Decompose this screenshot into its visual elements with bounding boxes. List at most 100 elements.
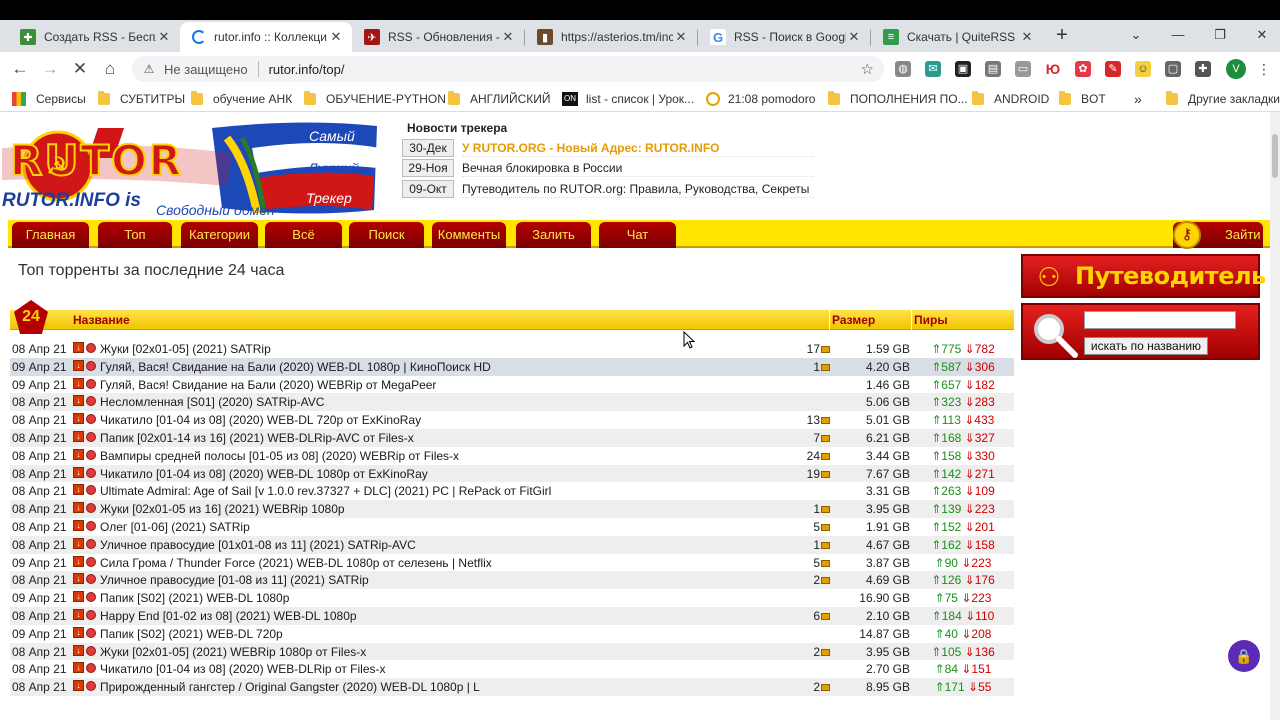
table-row[interactable]: 09 Апр 21 ↓ Сила Грома / Thunder Force (20… (10, 554, 1014, 572)
download-icon[interactable]: ↓ (73, 342, 84, 353)
bookmark-replenish[interactable]: ПОПОЛНЕНИЯ ПО... (828, 91, 968, 107)
forward-icon[interactable]: → (40, 59, 60, 79)
torrent-link[interactable]: Happy End [01-02 из 08] (2021) WEB-DL 10… (100, 609, 790, 623)
torrent-link[interactable]: Жуки [02x01-05] (2021) WEBRip 1080p от F… (100, 645, 790, 659)
menu-item-upload[interactable]: Залить (516, 222, 591, 248)
row-comments[interactable]: 17 (790, 342, 830, 356)
menu-item-categories[interactable]: Категории (181, 222, 258, 248)
menu-item-home[interactable]: Главная (12, 222, 89, 248)
magnet-icon[interactable] (86, 449, 96, 460)
download-icon[interactable]: ↓ (73, 573, 84, 585)
download-icon[interactable]: ↓ (73, 555, 84, 567)
torrent-link[interactable]: Вампиры средней полосы [01-05 из 08] (20… (100, 449, 790, 463)
torrent-link[interactable]: Папик [02x01-14 из 16] (2021) WEB-DLRip-… (100, 431, 790, 445)
new-tab-button[interactable]: + (1052, 25, 1072, 46)
extension-pen-icon[interactable]: ✎ (1105, 61, 1121, 77)
profile-avatar[interactable]: V (1226, 59, 1246, 79)
guide-banner[interactable]: ⚇ Путеводитель (1021, 254, 1266, 298)
row-comments[interactable]: 1 (790, 538, 830, 552)
download-icon[interactable]: ↓ (73, 662, 84, 674)
torrent-link[interactable]: Ultimate Admiral: Age of Sail [v 1.0.0 r… (100, 484, 790, 498)
url-text[interactable]: rutor.info/top/ (269, 62, 345, 77)
torrent-link[interactable]: Уличное правосудие [01x01-08 из 11] (202… (100, 538, 790, 552)
scrollbar-thumb[interactable] (1272, 134, 1278, 178)
magnet-icon[interactable] (86, 343, 96, 353)
row-comments[interactable]: 2 (790, 645, 830, 659)
table-row[interactable]: 08 Апр 21 ↓ Уличное правосудие [01x01-08 и… (10, 535, 1014, 554)
table-row[interactable]: 09 Апр 21 ↓ Папик [S02] (2021) WEB-DL 720p… (10, 625, 1014, 643)
magnet-icon[interactable] (86, 609, 96, 620)
magnet-icon[interactable] (86, 663, 96, 674)
table-row[interactable]: 09 Апр 21 ↓ Гуляй, Вася! Свидание на Бали … (10, 376, 1014, 394)
torrent-link[interactable]: Папик [S02] (2021) WEB-DL 1080p (100, 591, 790, 605)
download-icon[interactable]: ↓ (73, 413, 84, 425)
bookmark-pomodoro[interactable]: 21:08 pomodoro (706, 91, 815, 107)
chat-widget-icon[interactable]: 🔒 (1228, 640, 1260, 672)
column-name[interactable]: Название (73, 313, 130, 327)
table-row[interactable]: 08 Апр 21 ↓ Чикатило [01-04 из 08] (2020) … (10, 464, 1014, 483)
table-row[interactable]: 08 Апр 21 ↓ Вампиры средней полосы [01-05 … (10, 447, 1014, 465)
news-link[interactable]: У RUTOR.ORG - Новый Адрес: RUTOR.INFO (462, 139, 814, 157)
torrent-link[interactable]: Сила Грома / Thunder Force (2021) WEB-DL… (100, 556, 790, 570)
close-icon[interactable]: ✕ (500, 29, 516, 45)
table-row[interactable]: 08 Апр 21 ↓ Чикатило [01-04 из 08] (2020) … (10, 660, 1014, 678)
home-icon[interactable]: ⌂ (100, 59, 120, 79)
login-button[interactable]: ⚷ Зайти (1173, 221, 1263, 249)
extension-mail-icon[interactable]: ✉ (925, 61, 941, 77)
magnet-icon[interactable] (86, 538, 96, 549)
close-icon[interactable]: ✕ (846, 29, 862, 45)
torrent-link[interactable]: Несломленная [S01] (2020) SATRip-AVC (100, 395, 790, 409)
torrent-link[interactable]: Чикатило [01-04 из 08] (2020) WEB-DLRip … (100, 662, 790, 676)
rutor-logo[interactable]: RUTOR ☭ RUTOR.INFO is Самый Лучший Треке… (2, 118, 382, 220)
magnet-icon[interactable] (86, 467, 96, 478)
magnet-icon[interactable] (86, 360, 96, 371)
magnet-icon[interactable] (86, 431, 96, 442)
row-comments[interactable]: 13 (790, 413, 830, 427)
tab-google[interactable]: G RSS - Поиск в Google ✕ (698, 22, 870, 52)
tab-create-rss[interactable]: ✚ Создать RSS - Бесплат ✕ (8, 22, 180, 52)
tab-rutor[interactable]: rutor.info :: Коллекци ✕ (180, 22, 352, 52)
news-link[interactable]: Вечная блокировка в России (462, 159, 814, 177)
torrent-link[interactable]: Гуляй, Вася! Свидание на Бали (2020) WEB… (100, 378, 790, 392)
close-icon[interactable]: ✕ (1019, 29, 1035, 45)
close-icon[interactable]: ✕ (673, 29, 689, 45)
torrent-link[interactable]: Папик [S02] (2021) WEB-DL 720p (100, 627, 790, 641)
extension-chat-icon[interactable]: ▭ (1015, 61, 1031, 77)
menu-icon[interactable]: ⋮ (1254, 59, 1274, 79)
table-row[interactable]: 08 Апр 21 ↓ Чикатило [01-04 из 08] (2020) … (10, 411, 1014, 429)
extension-window-icon[interactable]: ▢ (1165, 61, 1181, 77)
table-row[interactable]: 08 Апр 21 ↓ Несломленная [S01] (2020) SATR… (10, 393, 1014, 412)
row-comments[interactable]: 6 (790, 609, 830, 623)
bookmarks-overflow-icon[interactable]: » (1134, 91, 1142, 107)
stop-icon[interactable]: ✕ (70, 59, 90, 79)
magnet-icon[interactable] (86, 485, 96, 496)
magnet-icon[interactable] (86, 378, 96, 389)
search-button[interactable]: искать по названию (1084, 337, 1208, 355)
address-bar[interactable]: ⚠ Не защищено rutor.info/top/ ☆ (132, 56, 884, 82)
close-icon[interactable]: ✕ (328, 29, 344, 45)
magnet-icon[interactable] (86, 645, 96, 656)
menu-item-search[interactable]: Поиск (349, 222, 424, 248)
extension-red-icon[interactable]: ✿ (1075, 61, 1091, 77)
minimize-icon[interactable]: — (1168, 26, 1188, 46)
table-row[interactable]: 08 Апр 21 ↓ Жуки [02x01-05 из 16] (2021) W… (10, 500, 1014, 518)
page-scrollbar[interactable] (1270, 112, 1280, 720)
magnet-icon[interactable] (86, 592, 96, 603)
table-row[interactable]: 08 Апр 21 ↓ Олег [01-06] (2021) SATRip 5 1.9… (10, 518, 1014, 536)
menu-item-top[interactable]: Топ (98, 222, 172, 248)
download-icon[interactable]: ↓ (73, 502, 84, 514)
row-comments[interactable]: 2 (790, 573, 830, 587)
menu-item-chat[interactable]: Чат (599, 222, 676, 248)
row-comments[interactable]: 19 (790, 467, 830, 481)
extensions-puzzle-icon[interactable]: ✚ (1195, 61, 1211, 77)
download-icon[interactable]: ↓ (73, 395, 84, 407)
tab-rss-updates[interactable]: ✈ RSS - Обновления - А ✕ (352, 22, 524, 52)
back-icon[interactable]: ← (10, 59, 30, 79)
torrent-link[interactable]: Чикатило [01-04 из 08] (2020) WEB-DL 720… (100, 413, 790, 427)
download-icon[interactable]: ↓ (73, 430, 84, 442)
close-window-icon[interactable]: ✕ (1252, 26, 1272, 46)
bookmark-other[interactable]: Другие закладки (1166, 91, 1280, 107)
torrent-link[interactable]: Прирожденный гангстер / Original Gangste… (100, 680, 790, 694)
tab-search-icon[interactable]: ⌄ (1126, 26, 1146, 46)
extension-yu-icon[interactable]: Ю (1045, 61, 1061, 77)
